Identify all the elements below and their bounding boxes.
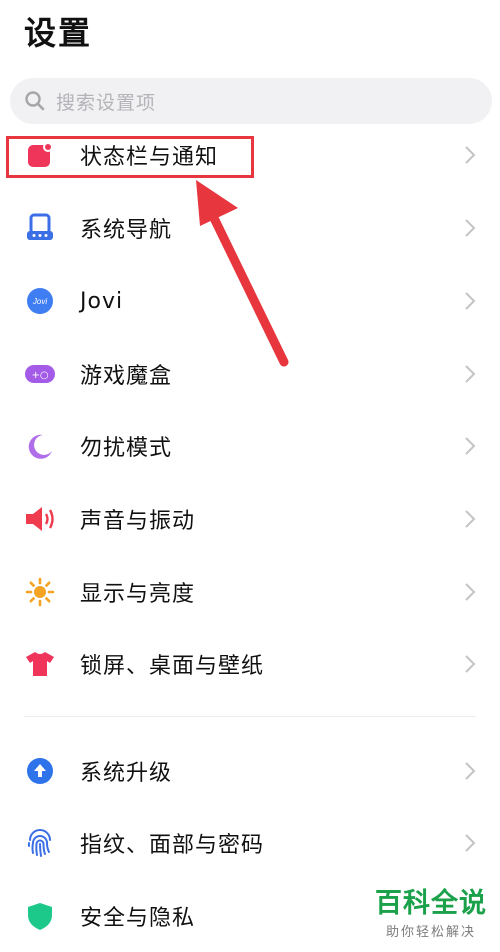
tshirt-icon: [24, 648, 56, 680]
settings-item-system-navigation[interactable]: 系统导航: [0, 192, 500, 264]
game-box-icon-text: +○: [31, 370, 48, 381]
system-navigation-icon: [24, 212, 56, 244]
settings-item-label: 系统导航: [80, 218, 173, 243]
moon-icon: [24, 430, 56, 462]
jovi-icon-text: Jovi: [32, 297, 47, 306]
chevron-right-icon: [465, 219, 476, 237]
settings-item-label: 安全与隐私: [80, 906, 196, 931]
upgrade-arrow-icon: [24, 755, 56, 787]
speaker-icon: [24, 503, 56, 535]
chevron-right-icon: [465, 437, 476, 455]
settings-item-label: 游戏魔盒: [80, 364, 173, 389]
chevron-right-icon: [465, 146, 476, 164]
section-divider: [24, 716, 476, 717]
settings-item-label: Jovi: [80, 288, 124, 314]
settings-item-jovi[interactable]: Jovi Jovi: [0, 265, 500, 337]
settings-item-label: 显示与亮度: [80, 582, 196, 607]
settings-item-system-upgrade[interactable]: 系统升级: [0, 735, 500, 807]
watermark-main-text: 百科全说: [375, 888, 487, 919]
settings-item-game-box[interactable]: +○ 游戏魔盒: [0, 338, 500, 410]
settings-item-label: 勿扰模式: [80, 436, 173, 461]
sun-icon: [24, 576, 56, 608]
search-bar[interactable]: 搜索设置项: [10, 78, 492, 124]
watermark-sub-text: 助你轻松解决: [385, 925, 476, 940]
game-box-icon: +○: [24, 358, 56, 390]
chevron-right-icon: [465, 292, 476, 310]
settings-item-label: 声音与振动: [80, 509, 196, 534]
chevron-right-icon: [465, 834, 476, 852]
chevron-right-icon: [465, 510, 476, 528]
chevron-right-icon: [465, 583, 476, 601]
settings-item-label: 指纹、面部与密码: [80, 833, 265, 858]
watermark-logo: 百科全说 助你轻松解决: [372, 888, 490, 940]
chevron-right-icon: [465, 655, 476, 673]
page-title: 设置: [24, 14, 93, 52]
settings-item-do-not-disturb[interactable]: 勿扰模式: [0, 410, 500, 482]
settings-item-label: 系统升级: [80, 761, 173, 786]
settings-item-display[interactable]: 显示与亮度: [0, 556, 500, 628]
highlight-box: [6, 136, 254, 178]
fingerprint-icon: [24, 827, 56, 859]
chevron-right-icon: [465, 762, 476, 780]
search-input[interactable]: 搜索设置项: [56, 88, 156, 115]
shield-icon: [24, 900, 56, 932]
chevron-right-icon: [465, 365, 476, 383]
settings-item-lockscreen-wallpaper[interactable]: 锁屏、桌面与壁纸: [0, 628, 500, 700]
jovi-icon: Jovi: [24, 285, 56, 317]
settings-item-fingerprint[interactable]: 指纹、面部与密码: [0, 807, 500, 879]
search-icon: [25, 91, 45, 111]
settings-item-label: 锁屏、桌面与壁纸: [80, 654, 265, 679]
settings-item-sound[interactable]: 声音与振动: [0, 483, 500, 555]
